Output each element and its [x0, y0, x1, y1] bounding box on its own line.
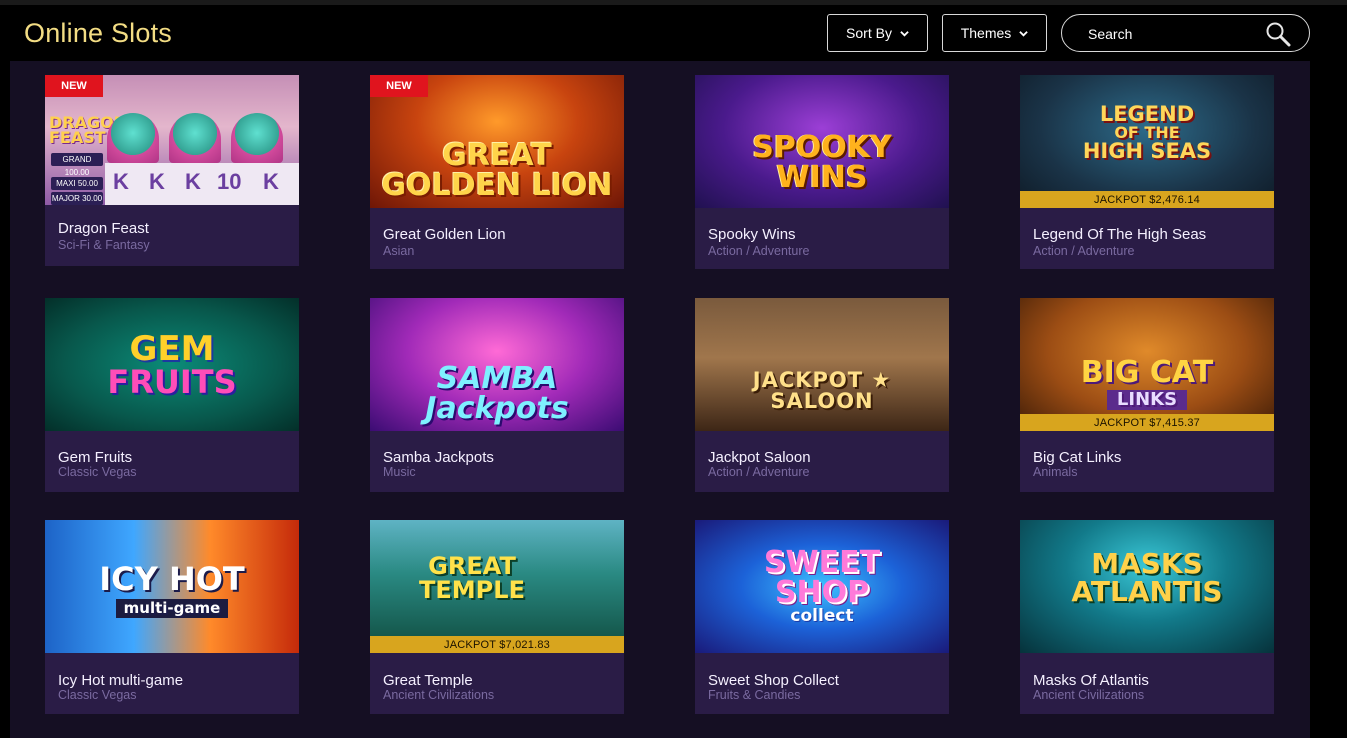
game-thumbnail: SWEET SHOP collect — [695, 520, 949, 653]
game-thumbnail: MASKS ATLANTIS — [1020, 520, 1274, 653]
game-category: Ancient Civilizations — [383, 688, 495, 702]
game-category: Sci-Fi & Fantasy — [58, 238, 150, 252]
thumb-logo: SWEET SHOP collect — [763, 545, 881, 626]
game-category: Action / Adventure — [708, 465, 810, 479]
game-category: Classic Vegas — [58, 465, 137, 479]
game-thumbnail: SPOOKY WINS — [695, 75, 949, 208]
thumb-reels: K K K 10 K — [105, 163, 299, 205]
game-title: Legend Of The High Seas — [1033, 226, 1207, 243]
game-card-gem-fruits[interactable]: GEM FRUITS Gem Fruits Classic Vegas — [45, 298, 299, 492]
game-card-samba-jackpots[interactable]: SAMBA Jackpots Samba Jackpots Music — [370, 298, 624, 492]
game-title: Great Golden Lion — [383, 226, 506, 243]
game-thumbnail: GREAT TEMPLE JACKPOT $7,021.83 — [370, 520, 624, 653]
game-title: Great Temple — [383, 672, 473, 689]
game-title: Dragon Feast — [58, 220, 149, 237]
thumb-domes — [107, 107, 297, 163]
sort-by-dropdown[interactable]: Sort By — [827, 14, 928, 52]
game-thumbnail: GREAT GOLDEN LION NEW — [370, 75, 624, 208]
themes-label: Themes — [960, 25, 1012, 41]
thumb-logo: JACKPOT ★ SALOON — [752, 367, 892, 413]
page-title: Online Slots — [24, 18, 172, 48]
thumb-jackpot-grand: GRAND 100.00 — [51, 153, 103, 177]
game-card-legend-of-the-high-seas[interactable]: LEGEND OF THE HIGH SEAS JACKPOT $2,476.1… — [1020, 75, 1274, 269]
game-category: Action / Adventure — [708, 244, 810, 258]
game-card-jackpot-saloon[interactable]: JACKPOT ★ SALOON Jackpot Saloon Action /… — [695, 298, 949, 492]
game-thumbnail: SAMBA Jackpots — [370, 298, 624, 431]
game-thumbnail: GEM FRUITS — [45, 298, 299, 431]
game-title: Sweet Shop Collect — [708, 672, 839, 689]
thumb-logo: SAMBA Jackpots — [425, 360, 569, 426]
search-icon[interactable] — [1264, 20, 1292, 48]
game-card-dragon-feast[interactable]: DRAGON FEAST GRAND 100.00 MAXI 50.00 MAJO… — [45, 75, 299, 266]
game-title: Jackpot Saloon — [708, 449, 811, 466]
thumb-jackpot-major: MAJOR 30.00 — [51, 192, 103, 205]
game-title: Icy Hot multi-game — [58, 672, 184, 689]
game-thumbnail: LEGEND OF THE HIGH SEAS JACKPOT $2,476.1… — [1020, 75, 1274, 208]
jackpot-bar: JACKPOT $2,476.14 — [1020, 191, 1274, 208]
game-category: Music — [383, 465, 416, 479]
jackpot-bar: JACKPOT $7,415.37 — [1020, 414, 1274, 431]
game-thumbnail: JACKPOT ★ SALOON — [695, 298, 949, 431]
game-thumbnail: BIG CAT LINKS JACKPOT $7,415.37 — [1020, 298, 1274, 431]
game-card-icy-hot-multi-game[interactable]: ICY HOT multi-game Icy Hot multi-game Cl… — [45, 520, 299, 714]
game-category: Ancient Civilizations — [1033, 688, 1145, 702]
thumb-logo: BIG CAT LINKS — [1080, 354, 1214, 410]
dragon-dome — [231, 113, 283, 163]
thumb-logo: MASKS ATLANTIS — [1071, 546, 1223, 608]
game-category: Classic Vegas — [58, 688, 137, 702]
game-card-sweet-shop-collect[interactable]: SWEET SHOP collect Sweet Shop Collect Fr… — [695, 520, 949, 714]
game-category: Fruits & Candies — [708, 688, 801, 702]
game-title: Gem Fruits — [58, 449, 133, 466]
game-card-spooky-wins[interactable]: SPOOKY WINS Spooky Wins Action / Adventu… — [695, 75, 949, 269]
game-card-big-cat-links[interactable]: BIG CAT LINKS JACKPOT $7,415.37 Big Cat … — [1020, 298, 1274, 492]
game-category: Action / Adventure — [1033, 244, 1135, 258]
sort-by-label: Sort By — [846, 25, 892, 41]
new-badge: NEW — [370, 75, 428, 97]
thumb-logo: SPOOKY WINS — [752, 129, 892, 195]
game-title: Big Cat Links — [1033, 449, 1122, 466]
chevron-down-icon — [1019, 30, 1029, 37]
search-box — [1061, 14, 1310, 52]
game-title: Masks Of Atlantis — [1033, 672, 1149, 689]
page-header: Online Slots Sort By Themes — [0, 5, 1347, 61]
game-title: Samba Jackpots — [383, 449, 494, 466]
thumb-logo: ICY HOT multi-game — [99, 560, 245, 618]
thumb-jackpot-maxi: MAXI 50.00 — [51, 177, 103, 190]
game-category: Animals — [1033, 465, 1078, 479]
page-gutter — [1310, 61, 1347, 738]
thumb-logo: GEM FRUITS — [107, 328, 237, 401]
search-input[interactable] — [1088, 23, 1268, 45]
game-thumbnail: DRAGON FEAST GRAND 100.00 MAXI 50.00 MAJO… — [45, 75, 299, 205]
thumb-logo: GREAT TEMPLE — [419, 551, 525, 604]
thumb-logo: LEGEND OF THE HIGH SEAS — [1082, 101, 1212, 163]
dragon-dome — [169, 113, 221, 163]
new-badge: NEW — [45, 75, 103, 97]
themes-dropdown[interactable]: Themes — [942, 14, 1047, 52]
game-thumbnail: ICY HOT multi-game — [45, 520, 299, 653]
chevron-down-icon — [900, 30, 909, 37]
game-card-masks-of-atlantis[interactable]: MASKS ATLANTIS Masks Of Atlantis Ancient… — [1020, 520, 1274, 714]
dragon-dome — [107, 113, 159, 163]
game-card-great-golden-lion[interactable]: GREAT GOLDEN LION NEW Great Golden Lion … — [370, 75, 624, 269]
game-title: Spooky Wins — [708, 226, 796, 243]
game-category: Asian — [383, 244, 415, 258]
jackpot-bar: JACKPOT $7,021.83 — [370, 636, 624, 653]
game-card-great-temple[interactable]: GREAT TEMPLE JACKPOT $7,021.83 Great Tem… — [370, 520, 624, 714]
